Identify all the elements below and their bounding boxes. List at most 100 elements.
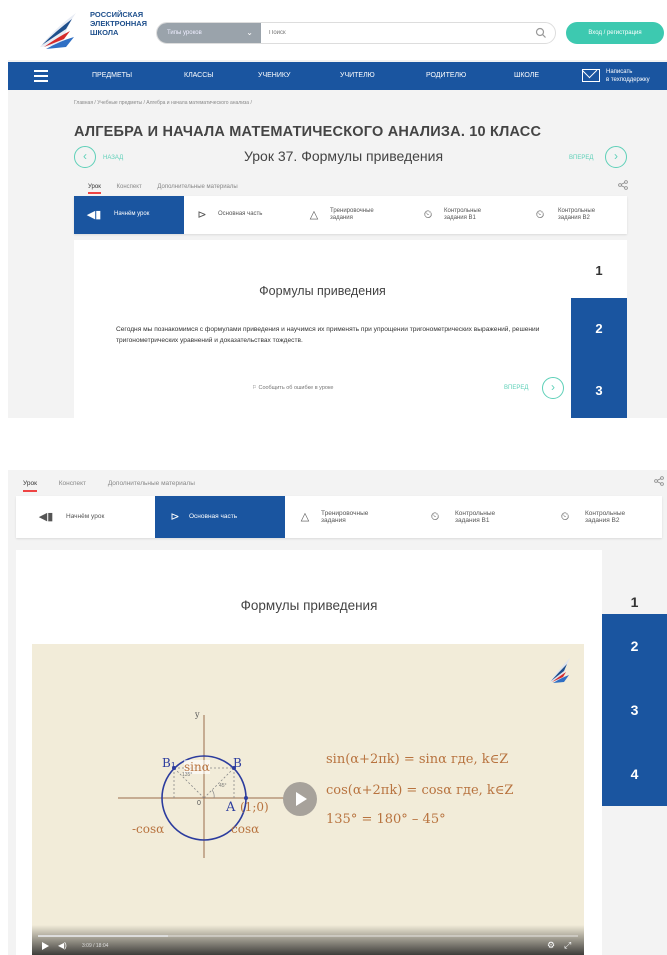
point-b1-label: B₁: [162, 756, 176, 770]
lesson-intro: Сегодня мы познакомимся с формулами прив…: [116, 326, 540, 344]
megaphone-icon: ◀▮: [38, 511, 54, 523]
angle-135-label: 135°: [182, 772, 193, 778]
play-screen-icon: ⊳: [170, 511, 180, 523]
logo-text: РОССИЙСКАЯ ЭЛЕКТРОННАЯ ШКОЛА: [90, 10, 148, 37]
tab-notes[interactable]: Конспект: [59, 480, 86, 487]
step-main[interactable]: ⊳ Основная часть: [155, 496, 285, 538]
step-training[interactable]: △ Тренировочные задания: [285, 496, 415, 538]
content-card: Формулы приведения y 0 B₁ B sinα 135° 45…: [16, 550, 602, 955]
megaphone-icon: ◀▮: [86, 209, 102, 221]
lesson-title: Урок 37. Формулы приведения: [244, 148, 444, 164]
tab-lesson[interactable]: Урок: [23, 480, 37, 492]
step-control-b1[interactable]: ⏲ Контрольные задания В1: [404, 196, 514, 234]
next-link[interactable]: ВПЕРЕД: [504, 385, 528, 391]
angle-45-label: 45°: [219, 783, 227, 789]
search-input[interactable]: [269, 27, 529, 39]
login-button[interactable]: Вход / регистрация: [566, 22, 664, 44]
support-link[interactable]: Написать в техподдержку: [606, 68, 650, 84]
gear-icon[interactable]: ⚙: [547, 941, 555, 950]
nav-item-teacher[interactable]: УЧИТЕЛЮ: [340, 62, 375, 90]
play-icon[interactable]: [283, 782, 317, 816]
step-number-2[interactable]: 2: [571, 298, 627, 360]
share-icon[interactable]: [654, 476, 664, 486]
lesson-steps: ◀▮ Начнём урок ⊳ Основная часть △ Тренир…: [16, 496, 662, 538]
formula-angle: 135° = 180° – 45°: [326, 812, 446, 827]
breadcrumb[interactable]: Главная / Учебные предметы / Алгебра и н…: [74, 100, 252, 106]
point-a-label: A: [226, 800, 236, 815]
chevron-down-icon: ⌄: [246, 28, 253, 37]
content-card: Формулы приведения Сегодня мы познакомим…: [74, 240, 571, 418]
lesson-type-select[interactable]: Типы уроков ⌄: [157, 23, 261, 43]
next-button[interactable]: ›: [542, 377, 564, 399]
formula-cos: cos(α+2πk) = cosα где, k∈Z: [326, 783, 514, 798]
point-a-coord: (1;0): [240, 800, 269, 814]
page-title: АЛГЕБРА И НАЧАЛА МАТЕМАТИЧЕСКОГО АНАЛИЗА…: [74, 124, 542, 140]
nav-item-student[interactable]: УЧЕНИКУ: [258, 62, 290, 90]
triangle-icon: △: [309, 209, 319, 221]
timer-icon: ⏲: [430, 511, 440, 523]
back-button[interactable]: ‹: [74, 146, 96, 168]
nav-item-parent[interactable]: РОДИТЕЛЮ: [426, 62, 466, 90]
tab-lesson[interactable]: Урок: [88, 184, 101, 194]
step-main[interactable]: ⊳ Основная часть: [184, 196, 294, 234]
tab-extra[interactable]: Дополнительные материалы: [108, 480, 195, 487]
step-start[interactable]: ◀▮ Начнём урок: [16, 496, 146, 538]
cos-label: cosα: [231, 822, 260, 836]
nav-item-subjects[interactable]: ПРЕДМЕТЫ: [92, 62, 132, 90]
search-bar: Типы уроков ⌄: [156, 22, 556, 44]
progress-bar[interactable]: [38, 935, 578, 937]
step-control-b2[interactable]: ⏲ Контрольные задания В2: [545, 496, 662, 538]
step-number-3[interactable]: 3: [571, 360, 627, 418]
nav-item-grades[interactable]: КЛАССЫ: [184, 62, 214, 90]
step-number-2[interactable]: 2: [602, 614, 667, 678]
play-icon[interactable]: [42, 942, 49, 950]
video-time: 3:09 / 18:04: [82, 943, 109, 949]
step-number-4[interactable]: 4: [602, 742, 667, 806]
mail-icon[interactable]: [582, 69, 600, 82]
screenshot-lesson-start: РОССИЙСКАЯ ЭЛЕКТРОННАЯ ШКОЛА Типы уроков…: [8, 0, 667, 418]
share-icon[interactable]: [618, 180, 628, 190]
minus-cos-label: -cosα: [132, 822, 165, 836]
timer-icon: ⏲: [423, 209, 433, 221]
tab-extra[interactable]: Дополнительные материалы: [157, 184, 237, 190]
main-nav: ПРЕДМЕТЫ КЛАССЫ УЧЕНИКУ УЧИТЕЛЮ РОДИТЕЛЮ…: [8, 62, 667, 90]
fullscreen-icon[interactable]: ⤢: [564, 941, 571, 950]
nav-item-school[interactable]: ШКОЛЕ: [514, 62, 539, 90]
timer-icon: ⏲: [560, 511, 570, 523]
forward-link[interactable]: ВПЕРЕД: [569, 155, 593, 161]
step-numbers: 1 2 3 4: [602, 570, 667, 810]
origin-label: 0: [197, 800, 201, 807]
step-control-b1[interactable]: ⏲ Контрольные задания В1: [415, 496, 545, 538]
tab-notes[interactable]: Конспект: [117, 184, 142, 190]
formula-sin: sin(α+2πk) = sinα где, k∈Z: [326, 752, 509, 767]
step-training[interactable]: △ Тренировочные задания: [294, 196, 404, 234]
report-error-link[interactable]: ⚐ Сообщить об ошибке в уроке: [252, 385, 334, 391]
lesson-tabs: Урок Конспект Дополнительные материалы: [23, 480, 215, 492]
step-numbers: 1 2 3: [571, 240, 627, 418]
logo-icon: [40, 13, 76, 49]
step-start[interactable]: ◀▮ Начнём урок: [74, 196, 184, 234]
back-link[interactable]: НАЗАД: [103, 155, 123, 161]
step-number-3[interactable]: 3: [602, 678, 667, 742]
forward-button[interactable]: ›: [605, 146, 627, 168]
lesson-steps: ◀▮ Начнём урок ⊳ Основная часть △ Тренир…: [74, 196, 627, 234]
video-controls: ◀) 3:09 / 18:04 ⚙ ⤢: [32, 925, 584, 955]
point-b-label: B: [233, 756, 242, 770]
search-icon[interactable]: [535, 27, 547, 39]
progress-fill: [38, 935, 168, 937]
content-heading: Формулы приведения: [259, 284, 386, 298]
logo-icon: [550, 658, 570, 683]
video-player[interactable]: y x 0 B₁ B sinα 135° 45° A (1;0) -cosα c…: [32, 644, 584, 955]
step-control-b2[interactable]: ⏲ Контрольные задания В2: [514, 196, 627, 234]
play-screen-icon: ⊳: [197, 209, 207, 221]
menu-icon[interactable]: [34, 70, 48, 82]
step-number-1[interactable]: 1: [571, 240, 627, 302]
flag-icon: ⚐: [252, 385, 257, 391]
y-axis-label: y: [195, 710, 200, 719]
lesson-tabs: Урок Конспект Дополнительные материалы: [88, 184, 252, 194]
volume-icon[interactable]: ◀): [58, 942, 67, 950]
triangle-icon: △: [300, 511, 310, 523]
screenshot-lesson-main: Урок Конспект Дополнительные материалы ◀…: [8, 470, 667, 955]
timer-icon: ⏲: [535, 209, 545, 221]
top-bar: РОССИЙСКАЯ ЭЛЕКТРОННАЯ ШКОЛА Типы уроков…: [8, 0, 667, 60]
